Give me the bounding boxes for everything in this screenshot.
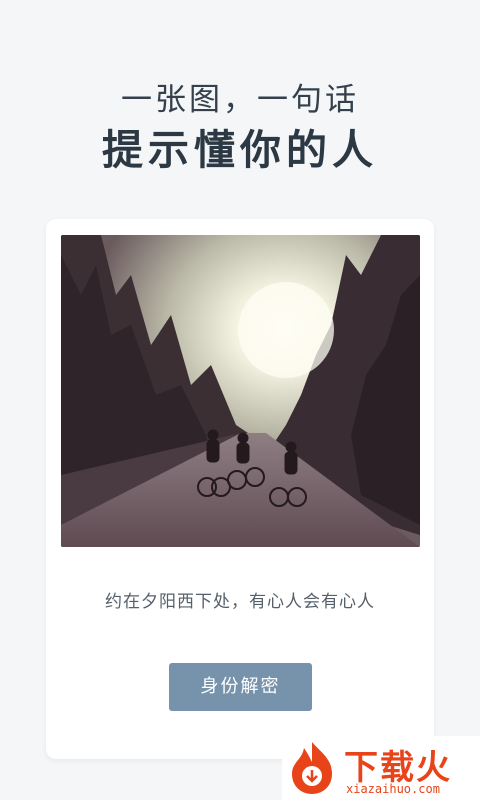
page-title: 提示懂你的人 [102, 126, 378, 174]
photo-cyclists-image [61, 235, 420, 547]
flame-logo-icon [292, 742, 332, 794]
reveal-identity-button[interactable]: 身份解密 [169, 663, 312, 711]
hint-caption: 约在夕阳西下处，有心人会有心人 [105, 592, 375, 612]
watermark: 下载火 xiazaihuo.com [282, 736, 480, 800]
watermark-domain: xiazaihuo.com [346, 782, 440, 796]
hint-card: 约在夕阳西下处，有心人会有心人 身份解密 [46, 219, 434, 759]
header-subtitle: 一张图，一句话 [121, 82, 359, 118]
hint-photo [61, 235, 420, 547]
